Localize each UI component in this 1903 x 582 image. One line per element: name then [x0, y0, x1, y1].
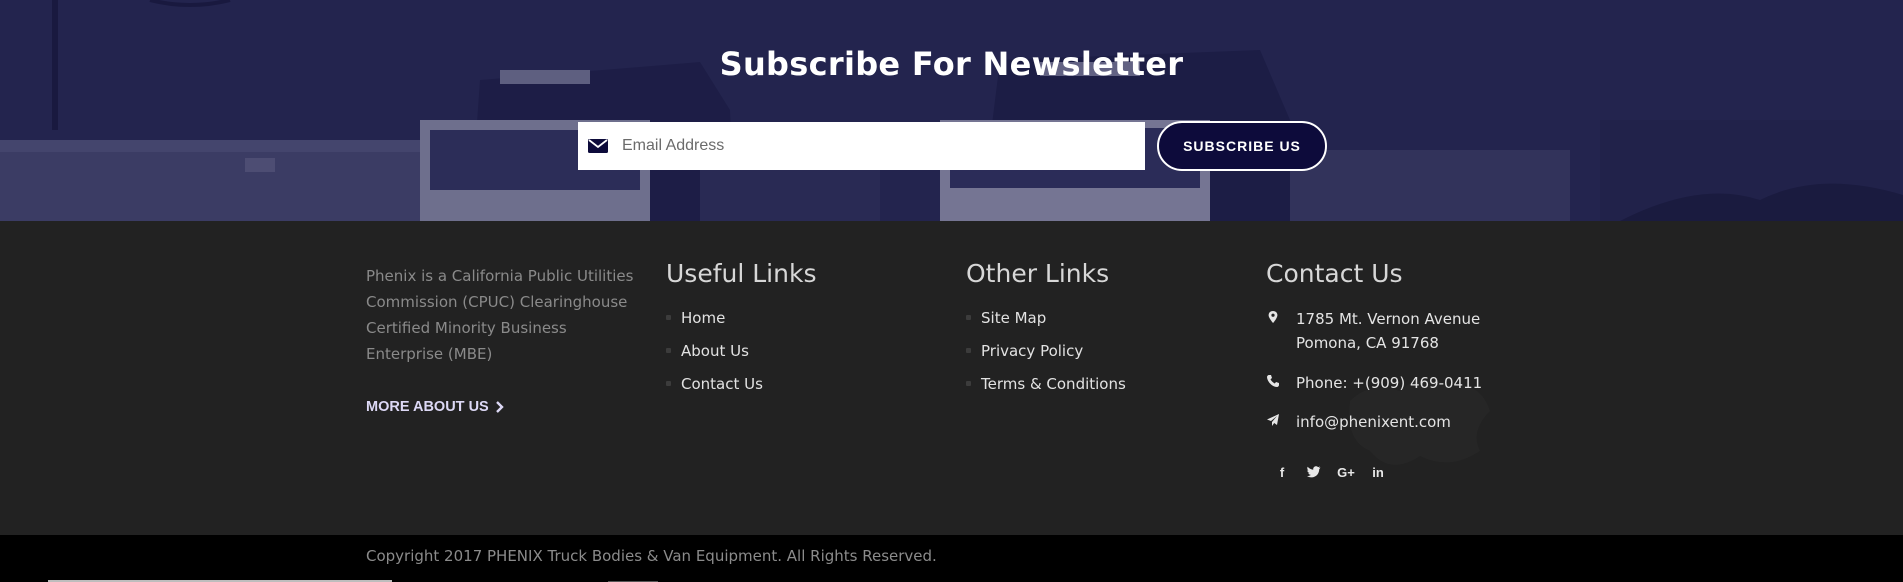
google-plus-icon[interactable]: G+ — [1330, 461, 1362, 483]
hero-overlay — [0, 0, 1903, 221]
list-item: About Us — [666, 334, 763, 367]
link-home[interactable]: Home — [681, 309, 725, 327]
footer: Phenix is a California Public Utilities … — [0, 221, 1903, 535]
about-description: Phenix is a California Public Utilities … — [366, 267, 634, 363]
link-about-us[interactable]: About Us — [681, 342, 749, 360]
copyright-bar: Copyright 2017 PHENIX Truck Bodies & Van… — [0, 535, 1903, 582]
email-address[interactable]: info@phenixent.com — [1296, 410, 1451, 434]
bullet-icon — [666, 348, 671, 353]
list-item: Home — [666, 301, 763, 334]
email-field-wrapper — [578, 122, 1145, 170]
list-item: Terms & Conditions — [966, 367, 1126, 400]
map-marker-icon — [1268, 311, 1278, 323]
chevron-right-icon — [495, 401, 504, 413]
twitter-icon[interactable] — [1298, 461, 1330, 483]
subscribe-button[interactable]: SUBSCRIBE US — [1157, 121, 1327, 171]
bullet-icon — [666, 381, 671, 386]
more-about-us-link[interactable]: MORE ABOUT US — [366, 399, 504, 415]
list-item: Privacy Policy — [966, 334, 1126, 367]
other-links-list: Site Map Privacy Policy Terms & Conditio… — [966, 301, 1126, 400]
bullet-icon — [966, 381, 971, 386]
newsletter-title: Subscribe For Newsletter — [719, 45, 1184, 83]
address-line-1: 1785 Mt. Vernon Avenue — [1296, 310, 1481, 328]
link-site-map[interactable]: Site Map — [981, 309, 1046, 327]
envelope-icon — [588, 139, 608, 153]
copyright-text: Copyright 2017 PHENIX Truck Bodies & Van… — [366, 547, 937, 565]
phone-number[interactable]: Phone: +(909) 469-0411 — [1296, 371, 1482, 395]
paper-plane-icon — [1267, 414, 1279, 426]
facebook-icon[interactable]: f — [1266, 461, 1298, 483]
phone-icon — [1267, 375, 1279, 387]
contact-address: 1785 Mt. Vernon Avenue Pomona, CA 91768 — [1266, 307, 1480, 355]
social-links: f G+ in — [1266, 461, 1394, 483]
useful-links-title: Useful Links — [666, 259, 817, 288]
more-about-label: MORE ABOUT US — [366, 399, 489, 415]
contact-phone: Phone: +(909) 469-0411 — [1266, 371, 1482, 395]
twitter-bird-icon — [1307, 466, 1321, 478]
bullet-icon — [966, 315, 971, 320]
contact-email: info@phenixent.com — [1266, 410, 1451, 434]
list-item: Contact Us — [666, 367, 763, 400]
list-item: Site Map — [966, 301, 1126, 334]
contact-us-title: Contact Us — [1266, 259, 1403, 288]
bullet-icon — [666, 315, 671, 320]
linkedin-icon[interactable]: in — [1362, 461, 1394, 483]
address-line-2: Pomona, CA 91768 — [1296, 334, 1439, 352]
email-input[interactable] — [622, 123, 1145, 169]
link-contact-us[interactable]: Contact Us — [681, 375, 763, 393]
link-privacy-policy[interactable]: Privacy Policy — [981, 342, 1083, 360]
newsletter-section: Subscribe For Newsletter SUBSCRIBE US — [0, 0, 1903, 221]
link-terms-conditions[interactable]: Terms & Conditions — [981, 375, 1126, 393]
bullet-icon — [966, 348, 971, 353]
other-links-title: Other Links — [966, 259, 1110, 288]
useful-links-list: Home About Us Contact Us — [666, 301, 763, 400]
